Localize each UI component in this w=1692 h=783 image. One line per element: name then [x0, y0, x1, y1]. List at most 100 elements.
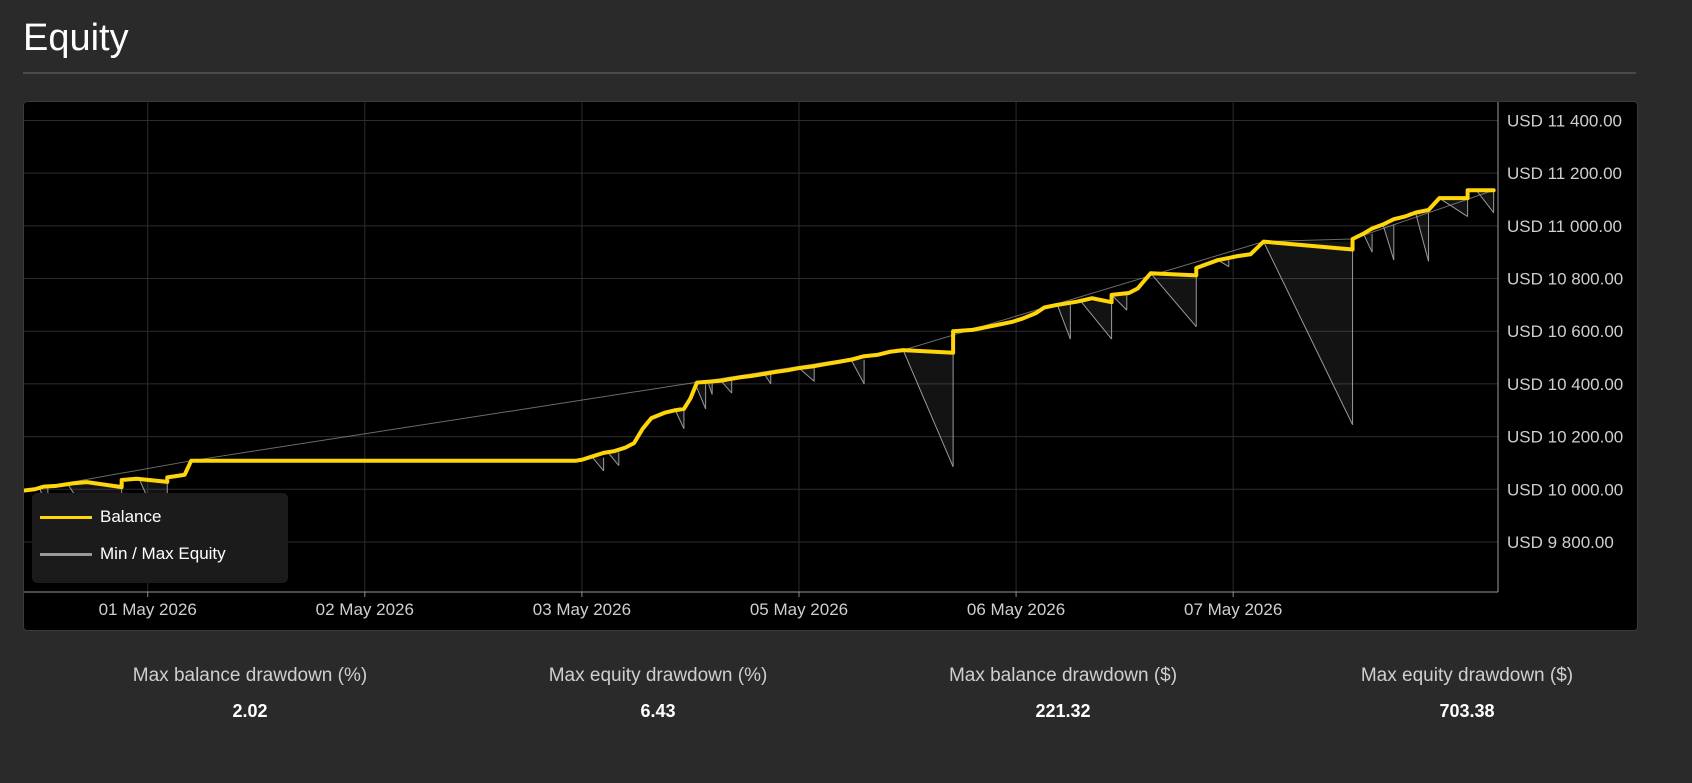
legend-item-balance[interactable]: Balance: [40, 507, 161, 527]
balance-point: [165, 475, 169, 480]
balance-point: [1055, 303, 1059, 307]
balance-point: [1020, 316, 1025, 321]
balance-point: [762, 372, 766, 376]
balance-point: [719, 379, 723, 383]
balance-point: [183, 473, 187, 477]
y-tick-label: USD 11 000.00: [1507, 217, 1622, 236]
stat-value: 6.43: [640, 701, 676, 721]
balance-point: [682, 407, 686, 411]
balance-point: [189, 459, 193, 463]
balance-point: [773, 370, 777, 374]
balance-point: [810, 364, 814, 369]
balance-point: [786, 368, 790, 372]
balance-point: [1466, 188, 1470, 192]
balance-point: [984, 325, 988, 329]
balance-point: [1413, 211, 1418, 215]
balance-point: [1109, 300, 1114, 304]
balance-point: [695, 380, 699, 385]
balance-point: [875, 353, 879, 357]
stat-label: Max equity drawdown ($): [1360, 665, 1574, 686]
equity-max-line: [24, 189, 1494, 492]
x-axis-labels: 01 May 2026 02 May 2026 03 May 2026 05 May …: [99, 600, 1283, 619]
balance-point: [727, 377, 732, 381]
balance-point: [632, 441, 636, 445]
balance-point: [997, 323, 1001, 327]
equity-chart[interactable]: USD 9 800.00 USD 10 000.00 USD 10 200.00 US…: [23, 101, 1638, 631]
balance-point: [580, 458, 584, 462]
balance-point: [1492, 188, 1496, 192]
balance-point: [1205, 262, 1209, 266]
balance-point: [641, 427, 645, 431]
balance-point: [1466, 196, 1470, 200]
page-title: Equity: [23, 17, 129, 59]
balance-point: [602, 451, 606, 455]
y-tick-label: USD 10 200.00: [1507, 428, 1623, 447]
balance-point: [849, 358, 853, 362]
balance-point: [1426, 208, 1431, 212]
balance-point: [797, 366, 801, 370]
balance-point: [165, 480, 169, 484]
x-tick-label: 01 May 2026: [99, 600, 197, 619]
balance-point: [1034, 311, 1038, 315]
stat-value: 2.02: [232, 701, 268, 721]
balance-point: [612, 449, 617, 453]
x-tick-label: 03 May 2026: [533, 600, 631, 619]
title-divider: [23, 72, 1636, 74]
balance-point: [662, 411, 666, 415]
balance-swatch: [40, 515, 92, 519]
x-tick-label: 07 May 2026: [1184, 600, 1282, 619]
chart-legend: Balance Min / Max Equity: [32, 493, 288, 583]
balance-point: [591, 454, 595, 458]
balance-point: [128, 477, 132, 481]
balance-point: [1350, 237, 1355, 241]
equity-swatch: [40, 552, 92, 556]
balance-point: [1127, 291, 1131, 295]
balance-point: [33, 487, 37, 491]
balance-point: [1090, 296, 1094, 300]
balance-point: [1075, 300, 1079, 304]
y-tick-label: USD 10 600.00: [1507, 322, 1623, 341]
legend-item-min-max-equity[interactable]: Min / Max Equity: [40, 544, 226, 564]
balance-point: [749, 374, 753, 378]
balance-point: [951, 329, 955, 333]
balance-point: [120, 485, 124, 489]
balance-point: [1227, 256, 1231, 260]
balance-point: [1350, 247, 1355, 252]
balance-point: [72, 481, 76, 485]
stat-max-balance-drawdown-pct: Max balance drawdown (%) 2.02: [70, 664, 430, 722]
balance-point: [1261, 240, 1266, 244]
balance-point: [888, 350, 892, 354]
balance-point: [1010, 320, 1014, 324]
balance-point: [862, 354, 866, 358]
y-tick-label: USD 10 400.00: [1507, 375, 1623, 394]
legend-label-balance: Balance: [100, 507, 162, 526]
x-tick-label: 06 May 2026: [967, 600, 1065, 619]
balance-point: [1216, 258, 1220, 262]
balance-point: [1109, 293, 1114, 297]
balance-point: [623, 446, 627, 450]
balance-point: [1437, 196, 1441, 200]
balance-point: [41, 485, 46, 489]
balance-point: [1392, 217, 1396, 221]
balance-point: [63, 482, 67, 487]
balance-point: [85, 480, 89, 484]
x-tick-label: 05 May 2026: [750, 600, 848, 619]
balance-point: [971, 328, 975, 332]
balance-point: [1136, 286, 1140, 291]
stat-max-balance-drawdown-usd: Max balance drawdown ($) 221.32: [883, 664, 1243, 722]
y-axis-labels: USD 9 800.00 USD 10 000.00 USD 10 200.00 US…: [1507, 111, 1623, 552]
balance-point: [1042, 305, 1046, 310]
balance-point: [738, 375, 742, 379]
balance-point: [573, 459, 577, 463]
balance-point: [135, 477, 139, 481]
balance-point: [1149, 271, 1153, 275]
balance-point: [1248, 252, 1253, 256]
balance-point: [706, 380, 710, 384]
balance-point: [1381, 222, 1385, 227]
balance-point: [688, 396, 693, 400]
balance-point: [1403, 214, 1407, 219]
stat-label: Max balance drawdown ($): [948, 665, 1178, 686]
stat-value: 703.38: [1439, 701, 1495, 721]
balance-point: [951, 351, 955, 355]
balance-point: [1370, 226, 1374, 231]
